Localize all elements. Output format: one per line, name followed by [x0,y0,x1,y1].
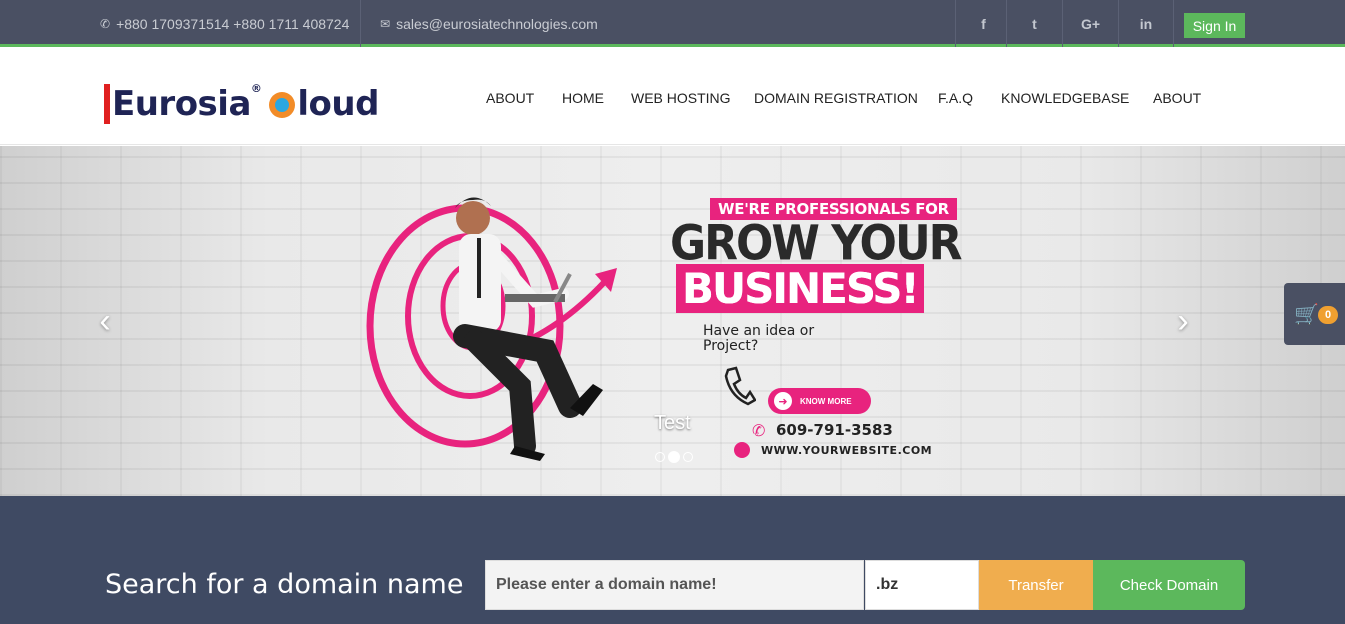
envelope-icon: ✉ [380,16,391,31]
phone-icon-pink: ✆ [752,423,766,440]
shopping-cart-icon: 🛒 [1294,303,1319,326]
slider-prev-arrow[interactable]: ‹ [90,302,120,340]
telephone-handset-icon [724,366,756,406]
phone-text: +880 1709371514 +880 1711 408724 [116,15,350,32]
slide-website: WWW.YOURWEBSITE.COM [761,444,933,457]
cart-count-badge: 0 [1318,306,1338,324]
contact-phone: ✆ +880 1709371514 +880 1711 408724 [100,0,349,47]
slider-indicators [655,451,693,463]
slider-dot-2[interactable] [668,451,680,463]
linkedin-icon[interactable]: in [1118,0,1174,47]
slide-caption: Test [654,412,691,434]
nav-knowledgebase[interactable]: KNOWLEDGEBASE [1001,50,1129,145]
transfer-button[interactable]: Transfer [979,560,1093,610]
logo-registered-mark: ® [250,82,262,95]
cloud-logo-icon [269,92,296,118]
slide-headline-business: BUSINESS! [676,264,924,313]
domain-search-section: Search for a domain name Please enter a … [0,496,1345,624]
hero-slider: ‹ › WE'RE PROFESSIONALS FOR GROW YOUR BU… [0,146,1345,496]
slide-headline-business-text: BUSINESS! [682,264,920,313]
nav-about[interactable]: ABOUT [486,50,534,145]
slide-idea-text: Have an idea or Project? [703,323,815,354]
email-text: sales@eurosiatechnologies.com [396,15,598,32]
know-more-button[interactable]: ➜ KNOW MORE [768,388,871,414]
nav-faq[interactable]: F.A.Q [938,50,973,145]
logo-text-cloud: loud [297,84,379,124]
tld-select[interactable]: .bz [865,560,979,610]
businessman-illustration [366,197,617,461]
brick-wall-background [0,146,1345,496]
twitter-icon[interactable]: t [1006,0,1062,47]
nav-web-hosting[interactable]: WEB HOSTING [631,50,731,145]
cart-button[interactable]: 🛒 0 [1284,283,1345,345]
slide-phone-number: 609-791-3583 [776,421,893,439]
google-plus-icon[interactable]: G+ [1062,0,1118,47]
slider-dot-1[interactable] [655,452,665,462]
domain-search-input[interactable]: Please enter a domain name! [485,560,864,610]
check-domain-button[interactable]: Check Domain [1093,560,1245,610]
divider [360,0,361,47]
sign-in-button[interactable]: Sign In [1184,13,1245,38]
slider-dot-3[interactable] [683,452,693,462]
nav-domain-registration[interactable]: DOMAIN REGISTRATION [754,50,918,145]
top-bar: ✆ +880 1709371514 +880 1711 408724 ✉ sal… [0,0,1345,47]
know-more-label: KNOW MORE [800,396,852,406]
contact-email: ✉ sales@eurosiatechnologies.com [380,0,598,47]
nav-about-2[interactable]: ABOUT [1153,50,1201,145]
arrow-right-icon: ➜ [774,392,792,410]
nav-home[interactable]: HOME [562,50,604,145]
globe-icon [734,442,750,458]
site-header: Eurosia ® loud ABOUT HOME WEB HOSTING DO… [0,50,1345,145]
facebook-icon[interactable]: f [955,0,1011,47]
brand-logo[interactable]: Eurosia ® loud [104,76,379,124]
slider-next-arrow[interactable]: › [1168,302,1198,340]
domain-search-heading: Search for a domain name [105,569,464,600]
phone-icon: ✆ [100,16,111,31]
logo-text-eurosia: Eurosia [104,84,251,124]
